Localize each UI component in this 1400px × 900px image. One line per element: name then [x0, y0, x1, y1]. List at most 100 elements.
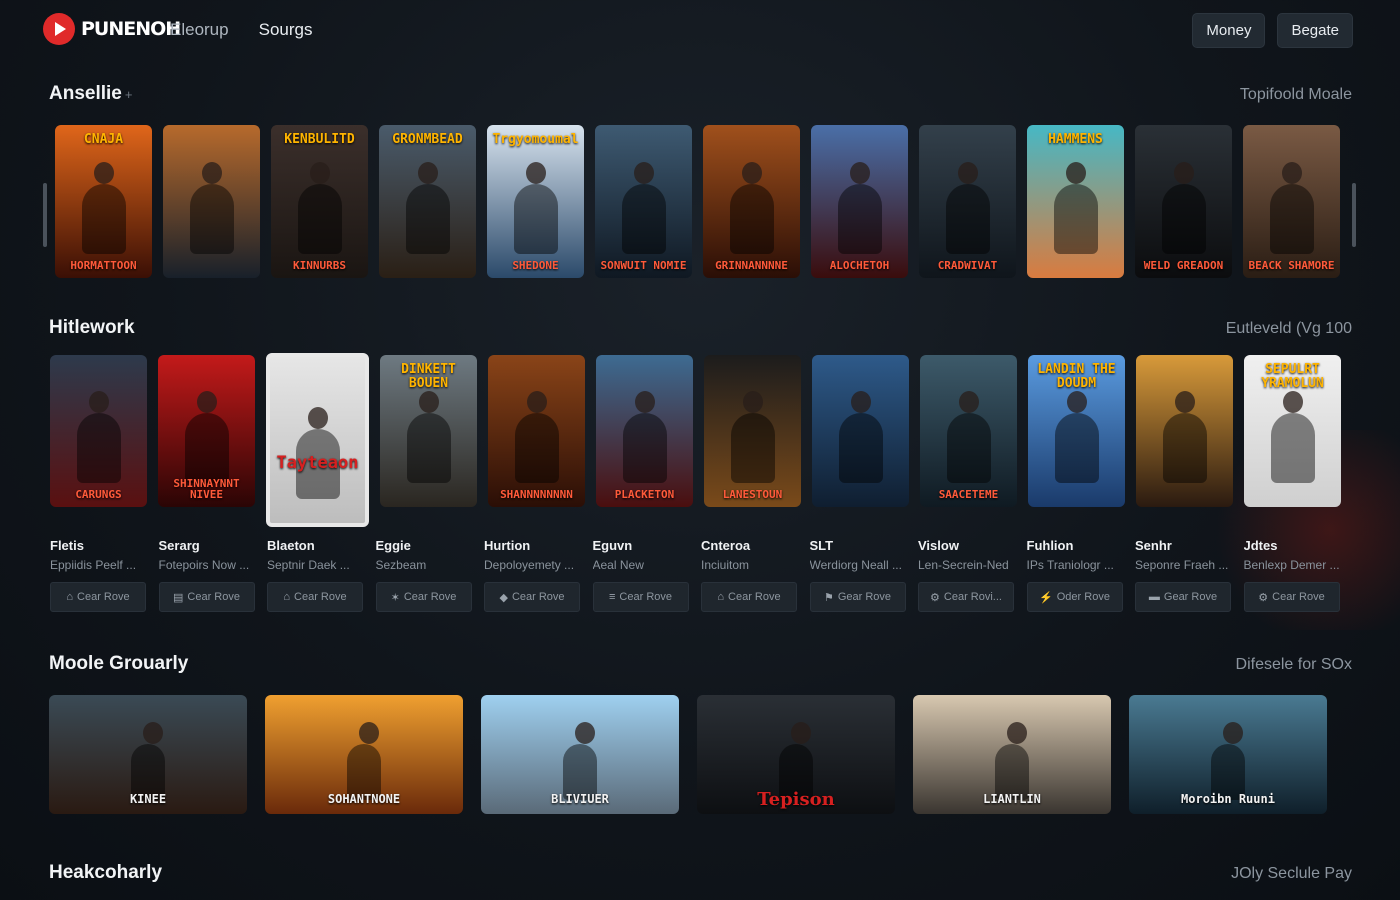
movie-banner[interactable]: Moroibn Ruuni — [1129, 695, 1327, 814]
movie-poster[interactable]: CARUNGS — [50, 355, 147, 507]
poster-title: Trgyomoumal — [492, 132, 579, 147]
add-item-button[interactable]: ✶ Cear Rove — [375, 582, 472, 612]
poster-artwork — [1162, 391, 1207, 483]
item-title[interactable]: Serarg — [159, 538, 256, 553]
item-meta: Fuhlion IPs Traniologr ... ⚡ Oder Rove — [1026, 538, 1124, 612]
movie-banner[interactable]: Tepison — [697, 695, 895, 814]
scroll-right-handle[interactable] — [1352, 183, 1356, 247]
poster-title: CNAJA — [83, 132, 124, 147]
add-item-button[interactable]: ⚙ Cear Rove — [1243, 582, 1340, 612]
section-link[interactable]: Difesele for SOx — [1236, 656, 1352, 674]
movie-poster[interactable]: ALOCHETOH — [811, 125, 908, 278]
movie-banner[interactable]: BLIVIUER — [481, 695, 679, 814]
movie-poster[interactable]: PLACKETON — [596, 355, 693, 507]
nav-item-sourgs[interactable]: Sourgs — [259, 20, 313, 40]
item-meta: Vislow Len-Secrein-Ned ⚙ Cear Rovi... — [918, 538, 1015, 612]
item-meta: Cnteroa Inciuitom ⌂ Cear Rove — [701, 538, 798, 612]
movie-poster[interactable]: WELD GREADON — [1135, 125, 1232, 278]
poster-tagline: LANESTOUN — [722, 488, 783, 502]
section-link[interactable]: Eutleveld (Vg 100 — [1226, 320, 1352, 338]
add-item-button[interactable]: ⌂ Cear Rove — [267, 582, 363, 612]
poster-tagline: CARUNGS — [75, 488, 122, 502]
item-title[interactable]: Jdtes — [1244, 538, 1341, 553]
item-title[interactable]: Blaeton — [267, 538, 364, 553]
item-meta: Eguvn Aeal New ≡ Cear Rove — [592, 538, 690, 612]
poster-artwork — [184, 391, 229, 483]
nav-item-eleorup[interactable]: Eleorup — [170, 20, 229, 40]
add-item-button[interactable]: ⚙ Cear Rovi... — [918, 582, 1014, 612]
movie-poster[interactable]: LANESTOUN — [704, 355, 801, 507]
movie-poster[interactable]: LANDIN THE DOUDM — [1028, 355, 1125, 507]
movie-poster[interactable]: KENBULITD KINNURBS — [271, 125, 368, 278]
top-bar: PUNENOH Eleorup Sourgs Money Begate — [0, 0, 1400, 62]
poster-tagline: SOHANTNONE — [327, 792, 401, 807]
flag-icon: ⚑ — [823, 591, 834, 604]
poster-row: CARUNGS SHINNAYNNT NIVEE Tayteaon DINKETT B… — [50, 353, 1341, 527]
add-item-label: Gear Rove — [837, 591, 892, 603]
item-title[interactable]: Senhr — [1135, 538, 1232, 553]
item-subtitle: Sezbeam — [375, 558, 427, 572]
movie-banner[interactable]: SOHANTNONE — [265, 695, 463, 814]
pin-icon: ◆ — [499, 591, 508, 604]
poster-artwork — [622, 391, 667, 483]
add-item-label: Cear Rove — [728, 591, 781, 603]
movie-poster[interactable]: Trgyomoumal SHEDONE — [487, 125, 584, 278]
movie-poster[interactable] — [163, 125, 260, 278]
play-logo-icon — [43, 13, 75, 45]
item-title[interactable]: Fuhlion — [1027, 538, 1124, 553]
item-title[interactable]: Eggie — [376, 538, 473, 553]
movie-poster[interactable]: GRONMBEAD — [379, 125, 476, 278]
add-item-button[interactable]: ▤ Cear Rove — [158, 582, 255, 612]
begate-button[interactable]: Begate — [1277, 13, 1353, 48]
movie-poster[interactable]: CRADWIVAT — [919, 125, 1016, 278]
add-item-button[interactable]: ⌂ Cear Rove — [701, 582, 797, 612]
bolt-icon: ⚡ — [1039, 591, 1053, 604]
poster-title: HAMMENS — [1048, 132, 1103, 147]
poster-tagline: SONWUIT NOMIE — [600, 259, 687, 273]
movie-poster[interactable]: Tayteaon — [266, 353, 369, 527]
section-title: Heakcoharly — [49, 862, 163, 883]
add-item-button[interactable]: ⌂ Cear Rove — [50, 582, 146, 612]
section-link[interactable]: JOly Seclule Pay — [1231, 865, 1352, 883]
item-title[interactable]: Cnteroa — [701, 538, 798, 553]
item-title[interactable]: Vislow — [918, 538, 1015, 553]
cart-icon: ⌂ — [66, 591, 74, 603]
item-title[interactable]: Hurtion — [484, 538, 581, 553]
add-item-button[interactable]: ▬ Gear Rove — [1135, 582, 1231, 612]
add-item-button[interactable]: ⚡ Oder Rove — [1026, 582, 1123, 612]
movie-poster[interactable]: SAACETEME — [920, 355, 1017, 507]
section-header: Moole Grouarly Difesele for SOx — [49, 653, 1352, 675]
add-item-button[interactable]: ⚑ Gear Rove — [809, 582, 906, 612]
main-nav: Eleorup Sourgs — [170, 20, 312, 40]
poster-tagline: BEACK SHAMORE — [1248, 259, 1335, 273]
poster-tagline: CRADWIVAT — [937, 259, 998, 273]
movie-poster[interactable]: HAMMENS — [1027, 125, 1124, 278]
scroll-left-handle[interactable] — [43, 183, 47, 247]
section-link[interactable]: Topifoold Moale — [1240, 86, 1352, 104]
movie-poster[interactable]: SHANNNNNNNN — [488, 355, 585, 507]
add-item-label: Cear Rove — [619, 591, 672, 603]
add-item-button[interactable]: ◆ Cear Rove — [484, 582, 580, 612]
poster-artwork — [1053, 162, 1098, 254]
item-title[interactable]: Fletis — [50, 538, 147, 553]
app-logo[interactable]: PUNENOH — [43, 13, 181, 45]
movie-banner[interactable]: KINEE — [49, 695, 247, 814]
movie-poster[interactable]: SONWUIT NOMIE — [595, 125, 692, 278]
movie-poster[interactable]: CNAJA HORMATTOON — [55, 125, 152, 278]
landscape-row: KINEE SOHANTNONE BLIVIUER Tepison LIANTLIN Mo… — [49, 695, 1327, 814]
movie-poster[interactable] — [1136, 355, 1233, 507]
movie-poster[interactable]: SHINNAYNNT NIVEE — [158, 355, 255, 507]
movie-poster[interactable]: SEPULRT YRAMOLUN — [1244, 355, 1341, 507]
movie-poster[interactable]: BEACK SHAMORE — [1243, 125, 1340, 278]
movie-poster[interactable]: DINKETT BOUEN — [380, 355, 477, 507]
poster-tagline: SHANNNNNNNN — [500, 488, 573, 502]
movie-banner[interactable]: LIANTLIN — [913, 695, 1111, 814]
movie-poster[interactable]: GRINNANNNNE — [703, 125, 800, 278]
item-title[interactable]: SLT — [810, 538, 907, 553]
movie-poster[interactable] — [812, 355, 909, 507]
item-subtitle: Fotepoirs Now ... — [158, 558, 250, 572]
add-item-button[interactable]: ≡ Cear Rove — [592, 582, 689, 612]
money-button[interactable]: Money — [1192, 13, 1266, 48]
poster-artwork — [297, 162, 342, 254]
item-title[interactable]: Eguvn — [593, 538, 690, 553]
